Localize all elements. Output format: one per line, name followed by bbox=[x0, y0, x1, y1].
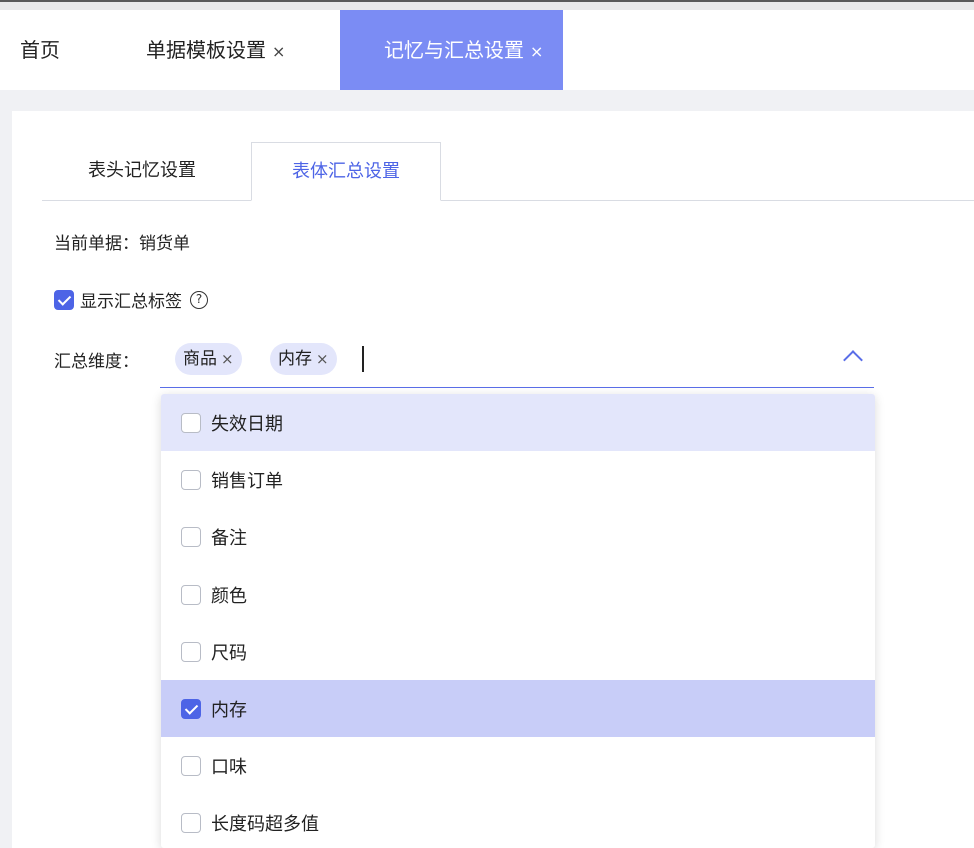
tab-template-settings[interactable]: 单据模板设置 × bbox=[146, 10, 285, 90]
dimension-label: 汇总维度： bbox=[54, 352, 139, 372]
close-icon[interactable]: × bbox=[221, 350, 234, 368]
option-label: 内存 bbox=[211, 699, 247, 721]
top-strip bbox=[0, 0, 974, 10]
subtab-header-memory[interactable]: 表头记忆设置 bbox=[62, 142, 222, 200]
current-doc-label: 当前单据：销货单 bbox=[54, 234, 190, 254]
option-checkbox[interactable] bbox=[181, 412, 201, 433]
option-checkbox[interactable] bbox=[181, 469, 201, 490]
option-checkbox[interactable] bbox=[181, 812, 201, 833]
tab-memory-summary-settings-label: 记忆与汇总设置 bbox=[384, 38, 524, 62]
option-label: 销售订单 bbox=[211, 470, 283, 492]
dimension-select[interactable]: 商品 × 内存 × bbox=[160, 339, 874, 388]
close-icon[interactable]: × bbox=[530, 42, 543, 61]
close-icon[interactable]: × bbox=[272, 42, 285, 61]
option-label: 备注 bbox=[211, 527, 247, 549]
tab-bar: 首页 单据模板设置 × 记忆与汇总设置 × bbox=[0, 10, 974, 90]
option-checkbox[interactable] bbox=[181, 584, 201, 605]
dropdown-option[interactable]: 尺码 bbox=[161, 623, 875, 680]
question-circle-icon[interactable]: ? bbox=[190, 290, 208, 309]
dropdown-option[interactable]: 销售订单 bbox=[161, 451, 875, 508]
chip-label: 商品 bbox=[183, 349, 217, 369]
dropdown-option[interactable]: 口味 bbox=[161, 737, 875, 794]
chip-product: 商品 × bbox=[175, 343, 242, 375]
close-icon[interactable]: × bbox=[316, 350, 329, 368]
chip-label: 内存 bbox=[278, 349, 312, 369]
top-border bbox=[0, 0, 974, 2]
tab-home[interactable]: 首页 bbox=[20, 10, 60, 90]
option-label: 失效日期 bbox=[211, 413, 283, 435]
show-summary-checkbox[interactable] bbox=[54, 289, 74, 310]
show-summary-row: 显示汇总标签 ? bbox=[54, 287, 208, 312]
option-label: 口味 bbox=[211, 756, 247, 778]
tab-home-label: 首页 bbox=[20, 38, 60, 62]
dropdown-option[interactable]: 内存 bbox=[161, 680, 875, 737]
chip-memory: 内存 × bbox=[270, 343, 337, 375]
option-checkbox[interactable] bbox=[181, 641, 201, 662]
dropdown-option[interactable]: 颜色 bbox=[161, 566, 875, 623]
option-label: 颜色 bbox=[211, 585, 247, 607]
option-checkbox[interactable] bbox=[181, 755, 201, 776]
dropdown-option[interactable]: 长度码超多值 bbox=[161, 794, 875, 848]
chevron-up-icon[interactable] bbox=[843, 350, 863, 370]
dimension-dropdown: 失效日期 销售订单 备注 颜色 尺码 内存 口味 长度码超多值 bbox=[161, 394, 875, 848]
option-label: 长度码超多值 bbox=[211, 813, 319, 835]
subtab-bar: 表头记忆设置 表体汇总设置 bbox=[42, 142, 974, 201]
dropdown-option[interactable]: 备注 bbox=[161, 508, 875, 565]
tab-memory-summary-settings[interactable]: 记忆与汇总设置 × bbox=[340, 10, 564, 90]
tab-template-settings-label: 单据模板设置 bbox=[146, 38, 266, 62]
option-checkbox[interactable] bbox=[181, 698, 201, 719]
show-summary-label: 显示汇总标签 bbox=[80, 292, 182, 312]
dropdown-option[interactable]: 失效日期 bbox=[161, 394, 875, 451]
option-label: 尺码 bbox=[211, 642, 247, 664]
text-cursor bbox=[362, 346, 364, 372]
option-checkbox[interactable] bbox=[181, 526, 201, 547]
subtab-body-summary[interactable]: 表体汇总设置 bbox=[251, 142, 441, 201]
